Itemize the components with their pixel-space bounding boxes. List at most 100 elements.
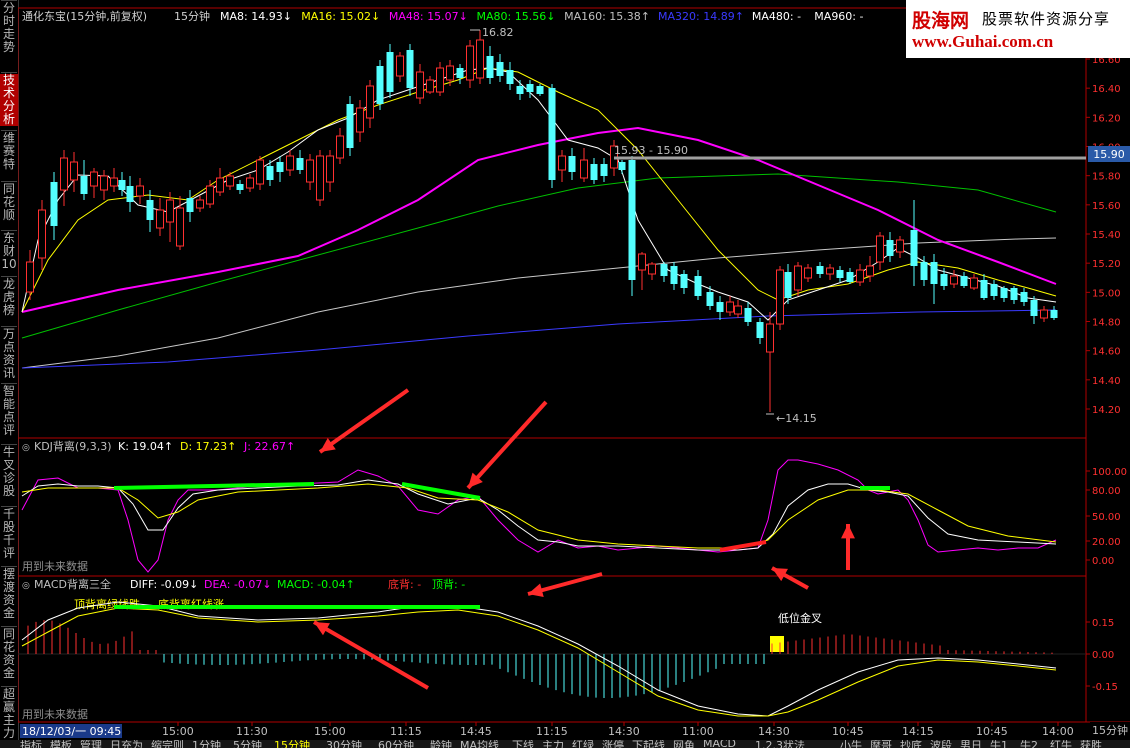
sidebar-item-2[interactable]: 维赛特 <box>0 132 18 171</box>
time-tick-label: 11:15 <box>390 725 422 738</box>
candle-body-down <box>660 264 668 276</box>
candle-body-down <box>628 160 636 280</box>
candle-body-down <box>236 184 244 190</box>
sidebar-item-11[interactable]: 同花资金 <box>0 628 18 680</box>
sidebar-item-6[interactable]: 万点资讯 <box>0 328 18 380</box>
sidebar-item-9[interactable]: 千股千评 <box>0 508 18 560</box>
bottom-tab-26[interactable]: 牛2 <box>1020 740 1038 748</box>
bottom-tab-4[interactable]: 缩完则 <box>151 740 184 748</box>
bottom-tab-7[interactable]: 15分钟 <box>274 740 310 748</box>
candle-body-down <box>1010 288 1018 300</box>
candle-body-up <box>950 275 958 285</box>
bottom-tab-bar: 指标 模板 管理 日充为 缩完则 1分钟 5分钟 15分钟 30分钟 60分钟 龄钟 MA均线 下线 主力… <box>0 740 1130 748</box>
bottom-tab-22[interactable]: 抄底 <box>900 740 922 748</box>
main-panel-period: 15分钟 <box>174 9 210 23</box>
candle-body-up <box>156 209 164 229</box>
macd-tick-label: -0.15 <box>1092 682 1118 693</box>
sidebar-item-5[interactable]: 龙虎榜 <box>0 278 18 317</box>
candle-body-up <box>100 175 108 191</box>
price-tick-label: 16.20 <box>1092 113 1121 124</box>
candle-body-down <box>118 180 126 190</box>
bottom-tab-1[interactable]: 模板 <box>50 740 72 748</box>
time-tick-label: 11:30 <box>236 725 268 738</box>
time-tick-label: 14:15 <box>902 725 934 738</box>
price-tick-label: 16.40 <box>1092 84 1121 95</box>
candle-body-up <box>246 177 254 189</box>
macd-tick-label: 0.15 <box>1092 618 1114 629</box>
candle-body-down <box>506 70 514 84</box>
ma-label-2: MA48: 15.07↓ <box>389 10 468 23</box>
bottom-tab-19[interactable]: 1.2.3状法 <box>755 740 805 748</box>
bottom-tab-27[interactable]: 红牛 <box>1050 740 1072 748</box>
candle-body-up <box>648 263 656 275</box>
bottom-tab-6[interactable]: 5分钟 <box>233 740 262 748</box>
time-tick-label: 15:00 <box>314 725 346 738</box>
bottom-tab-10[interactable]: 龄钟 <box>430 740 452 748</box>
price-tick-label: 15.00 <box>1092 288 1121 299</box>
sidebar-separator <box>1 72 17 73</box>
bottom-tab-15[interactable]: 涨停 <box>602 740 624 748</box>
macd-dea-line <box>21 607 1057 717</box>
sidebar-item-4[interactable]: 东财10 <box>0 232 18 271</box>
candle-body-down <box>1020 292 1028 302</box>
bottom-tab-12[interactable]: 下线 <box>512 740 534 748</box>
bottom-tab-24[interactable]: 男日 <box>960 740 982 748</box>
period-label[interactable]: 15分钟 <box>1090 722 1130 740</box>
candle-body-up <box>826 267 834 275</box>
candle-body-up <box>256 159 264 185</box>
time-tick-label: 11:00 <box>682 725 714 738</box>
time-tick-label: 14:45 <box>460 725 492 738</box>
bottom-tab-11[interactable]: MA均线 <box>460 740 499 748</box>
candle-body-up <box>896 239 904 253</box>
bottom-tab-9[interactable]: 60分钟 <box>378 740 414 748</box>
bottom-tab-8[interactable]: 30分钟 <box>326 740 362 748</box>
candle-body-down <box>716 302 724 312</box>
time-tick-label: 14:30 <box>758 725 790 738</box>
bottom-tab-28[interactable]: 获胜 <box>1080 740 1102 748</box>
sidebar-item-8[interactable]: 牛叉诊股 <box>0 446 18 498</box>
sidebar-separator <box>1 181 17 182</box>
price-tick-label: 14.40 <box>1092 376 1121 387</box>
candle-body-up <box>446 65 454 81</box>
bottom-tab-14[interactable]: 红绿 <box>572 740 594 748</box>
candle-body-down <box>1050 310 1058 318</box>
bottom-tab-3[interactable]: 日充为 <box>110 740 143 748</box>
macd-diff-value: DIFF: -0.09↓ <box>130 578 198 591</box>
kdj-title: KDJ背离(9,3,3) <box>34 439 112 453</box>
sidebar-item-10[interactable]: 摆渡资金 <box>0 568 18 620</box>
price-tick-label: 15.80 <box>1092 172 1121 183</box>
candle-body-up <box>734 305 742 315</box>
kdj-panel-frame <box>18 437 1087 577</box>
candle-body-up <box>466 45 474 81</box>
candle-body-up <box>426 79 434 93</box>
bottom-tab-18[interactable]: MACD <box>703 740 736 748</box>
candle-body-up <box>26 261 34 293</box>
bottom-tab-16[interactable]: 下起线 <box>632 740 665 748</box>
sidebar-item-7[interactable]: 智能点评 <box>0 385 18 437</box>
sidebar-item-0[interactable]: 分时走势 <box>0 2 18 54</box>
candle-body-up <box>396 55 404 77</box>
bottom-tab-21[interactable]: 摩哥 <box>870 740 892 748</box>
candle-body-down <box>1030 300 1038 316</box>
brand-logo: 股海网 <box>912 10 970 32</box>
candle-body-up <box>90 171 98 187</box>
candle-body-down <box>486 56 494 78</box>
bottom-tab-2[interactable]: 管理 <box>80 740 102 748</box>
macd-title: MACD背离三全 <box>34 577 111 591</box>
kdj-top-divergence-line <box>113 482 315 490</box>
sidebar-item-12[interactable]: 超赢主力 <box>0 688 18 740</box>
macd-bottom-div-value: 底背: - <box>388 577 421 591</box>
candle-body-down <box>694 276 702 296</box>
candle-body-up <box>726 301 734 313</box>
bottom-tab-25[interactable]: 牛1 <box>990 740 1008 748</box>
bottom-tab-23[interactable]: 波段 <box>930 740 952 748</box>
sidebar-item-3[interactable]: 同花顺 <box>0 183 18 222</box>
candle-body-down <box>536 86 544 94</box>
bottom-tab-5[interactable]: 1分钟 <box>192 740 221 748</box>
bottom-tab-17[interactable]: 网鱼 <box>673 740 695 748</box>
bottom-tab-20[interactable]: 小牛 <box>840 740 862 748</box>
sidebar-item-1[interactable]: 技术分析 <box>0 74 18 126</box>
sidebar-separator <box>1 326 17 327</box>
bottom-tab-0[interactable]: 指标 <box>20 740 42 748</box>
bottom-tab-13[interactable]: 主力 <box>542 740 564 748</box>
